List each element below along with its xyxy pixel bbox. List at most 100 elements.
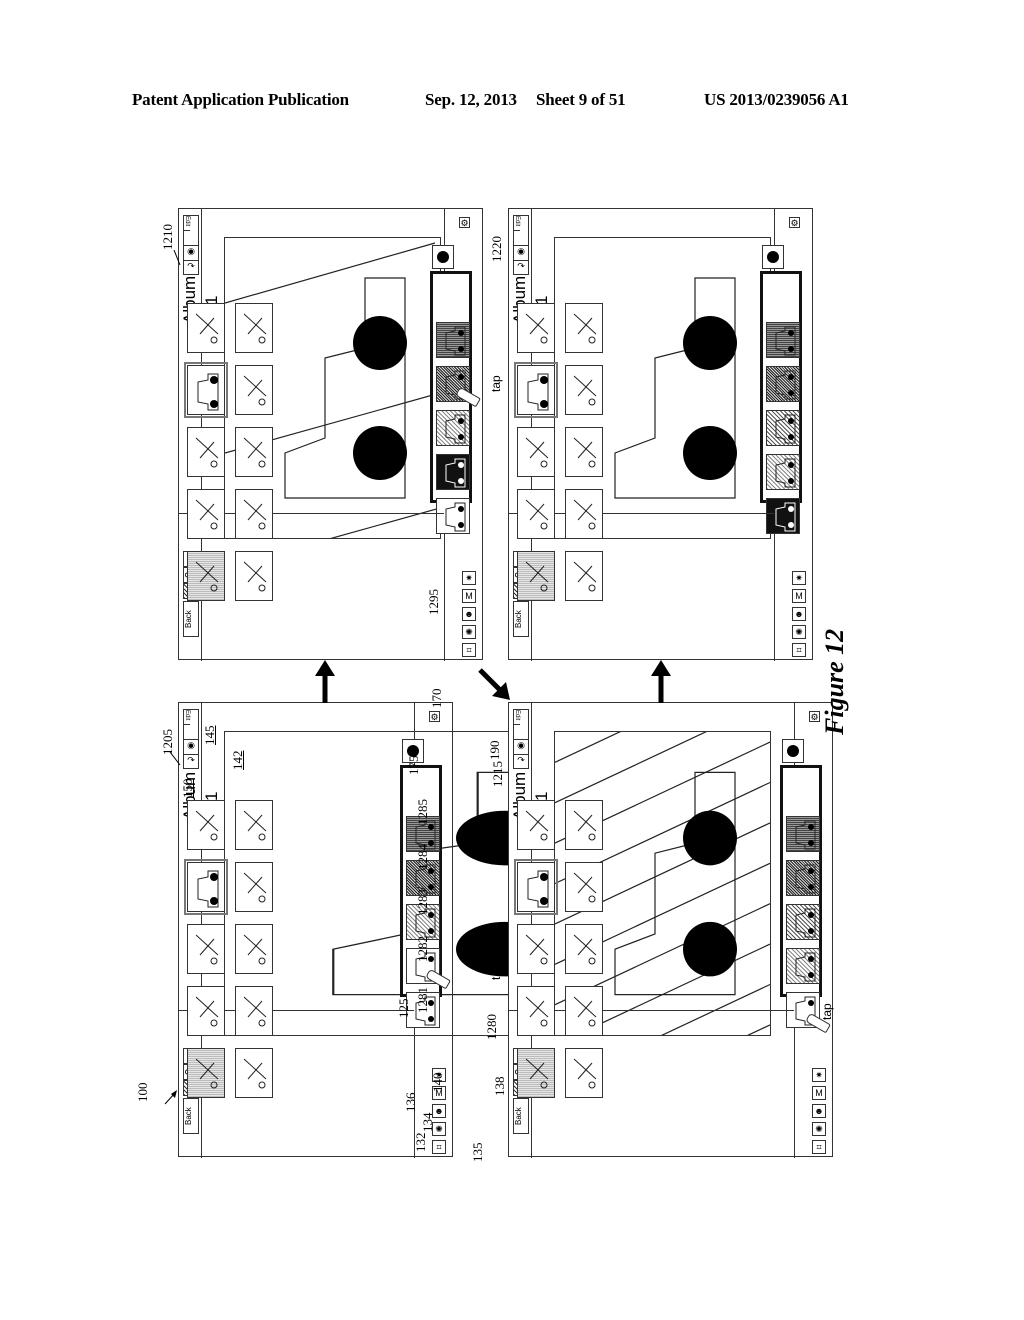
thumbnail-clouds[interactable]	[235, 986, 273, 1036]
thumbnail-person-on-beach[interactable]	[517, 551, 555, 601]
thumbnail-group-of-people[interactable]	[187, 427, 225, 477]
thumbnail-person-on-beach[interactable]	[187, 551, 225, 601]
crop-tool-icon[interactable]: ⌗	[432, 1140, 446, 1154]
effect-thumbnail-4[interactable]	[786, 860, 820, 896]
settings-gear-icon[interactable]: ⚙	[459, 217, 470, 228]
edit-button[interactable]: Edit	[514, 710, 520, 725]
thumbnail-group-of-people[interactable]	[517, 924, 555, 974]
thumbnail-car[interactable]	[184, 362, 228, 418]
edit-button[interactable]: Edit	[514, 216, 520, 231]
info-icon[interactable]: ◉	[514, 246, 528, 261]
thumbnail-clouds[interactable]	[565, 489, 603, 539]
thumbnail-gradient-spray[interactable]	[565, 862, 603, 912]
red-eye-tool-icon[interactable]: ✺	[462, 625, 476, 639]
back-button[interactable]: Back	[513, 1098, 529, 1134]
thumbnail-group-of-people[interactable]	[517, 427, 555, 477]
effect-thumbnail-4[interactable]	[766, 366, 800, 402]
thumbnail-lightning[interactable]	[517, 303, 555, 353]
thumbnail-person-on-bike[interactable]	[235, 800, 273, 850]
back-button[interactable]: Back	[513, 601, 529, 637]
ref-132: 132	[413, 1132, 428, 1153]
thumbnail-bicycle[interactable]	[187, 986, 225, 1036]
thumbnail-lightning[interactable]	[187, 303, 225, 353]
thumbnail-clouds[interactable]	[565, 986, 603, 1036]
back-button[interactable]: Back	[183, 601, 199, 637]
crop-tool-icon[interactable]: ⌗	[812, 1140, 826, 1154]
settings-gear-icon[interactable]: ⚙	[789, 217, 800, 228]
color-toggle-button[interactable]	[432, 245, 454, 269]
redo-icon[interactable]: ↷	[184, 261, 198, 275]
ref-175: 175	[406, 755, 421, 776]
thumbnail-group-of-people[interactable]	[187, 924, 225, 974]
effects-tool-icon[interactable]: ✷	[462, 571, 476, 585]
effect-thumbnail-2[interactable]	[786, 948, 820, 984]
effect-thumbnail-1[interactable]	[766, 498, 800, 534]
effect-thumbnail-5[interactable]	[766, 322, 800, 358]
redo-icon[interactable]: ↷	[514, 755, 528, 769]
info-icon[interactable]: ◉	[514, 740, 528, 755]
thumbnail-person-with-sign[interactable]	[565, 1048, 603, 1098]
crop-tool-icon[interactable]: ⌗	[792, 643, 806, 657]
edit-button[interactable]: Edit	[184, 710, 190, 725]
face-tool-icon[interactable]: ☻	[812, 1104, 826, 1118]
crop-tool-icon[interactable]: ⌗	[462, 643, 476, 657]
thumbnail-gradient-spray[interactable]	[565, 365, 603, 415]
thumbnail-person-with-frame[interactable]	[235, 427, 273, 477]
thumbnail-lightning[interactable]	[517, 800, 555, 850]
thumbnail-person-with-frame[interactable]	[565, 427, 603, 477]
settings-gear-icon[interactable]: ⚙	[429, 711, 440, 722]
effect-thumbnail-2[interactable]	[766, 454, 800, 490]
effect-thumbnail-5[interactable]	[436, 322, 470, 358]
thumbnail-person-on-beach[interactable]	[517, 1048, 555, 1098]
effect-thumbnail-3[interactable]	[786, 904, 820, 940]
share-icon[interactable]	[184, 231, 198, 246]
thumbnail-bicycle[interactable]	[187, 489, 225, 539]
redo-icon[interactable]: ↷	[184, 755, 198, 769]
ref-125: 125	[396, 998, 411, 1019]
brush-tool-icon[interactable]: M	[462, 589, 476, 603]
thumbnail-lightning[interactable]	[187, 800, 225, 850]
effect-thumbnail-5[interactable]	[786, 816, 820, 852]
thumbnail-person-with-sign[interactable]	[235, 1048, 273, 1098]
edit-button[interactable]: Edit	[184, 216, 190, 231]
thumbnail-clouds[interactable]	[235, 489, 273, 539]
thumbnail-car[interactable]	[514, 859, 558, 915]
thumbnail-car[interactable]	[514, 362, 558, 418]
thumbnail-person-on-beach[interactable]	[187, 1048, 225, 1098]
thumbnail-person-with-sign[interactable]	[565, 551, 603, 601]
thumbnail-gradient-spray[interactable]	[235, 365, 273, 415]
thumbnail-person-on-bike[interactable]	[565, 303, 603, 353]
redo-icon[interactable]: ↷	[514, 261, 528, 275]
share-icon[interactable]	[184, 725, 198, 740]
effect-thumbnail-2[interactable]	[436, 454, 470, 490]
back-button[interactable]: Back	[183, 1098, 199, 1134]
info-icon[interactable]: ◉	[184, 246, 198, 261]
thumbnail-person-on-bike[interactable]	[565, 800, 603, 850]
red-eye-tool-icon[interactable]: ✺	[792, 625, 806, 639]
thumbnail-bicycle[interactable]	[517, 489, 555, 539]
red-eye-tool-icon[interactable]: ✺	[812, 1122, 826, 1136]
brush-tool-icon[interactable]: M	[792, 589, 806, 603]
effects-tool-icon[interactable]: ✷	[792, 571, 806, 585]
thumbnail-bicycle[interactable]	[517, 986, 555, 1036]
info-icon[interactable]: ◉	[184, 740, 198, 755]
share-icon[interactable]	[514, 725, 528, 740]
thumbnail-person-with-frame[interactable]	[235, 924, 273, 974]
brush-tool-icon[interactable]: M	[812, 1086, 826, 1100]
share-icon[interactable]	[514, 231, 528, 246]
color-toggle-button[interactable]	[762, 245, 784, 269]
settings-gear-icon[interactable]: ⚙	[809, 711, 820, 722]
thumbnail-gradient-spray[interactable]	[235, 862, 273, 912]
face-tool-icon[interactable]: ☻	[792, 607, 806, 621]
effect-thumbnail-1[interactable]	[436, 498, 470, 534]
face-tool-icon[interactable]: ☻	[462, 607, 476, 621]
effects-tool-icon[interactable]: ✷	[812, 1068, 826, 1082]
thumbnail-person-with-frame[interactable]	[565, 924, 603, 974]
effect-thumbnail-3[interactable]	[766, 410, 800, 446]
effect-thumbnail-3[interactable]	[436, 410, 470, 446]
thumbnail-car[interactable]	[184, 859, 228, 915]
color-toggle-button[interactable]	[782, 739, 804, 763]
effect-thumbnail-4[interactable]	[436, 366, 481, 408]
thumbnail-person-on-bike[interactable]	[235, 303, 273, 353]
thumbnail-person-with-sign[interactable]	[235, 551, 273, 601]
